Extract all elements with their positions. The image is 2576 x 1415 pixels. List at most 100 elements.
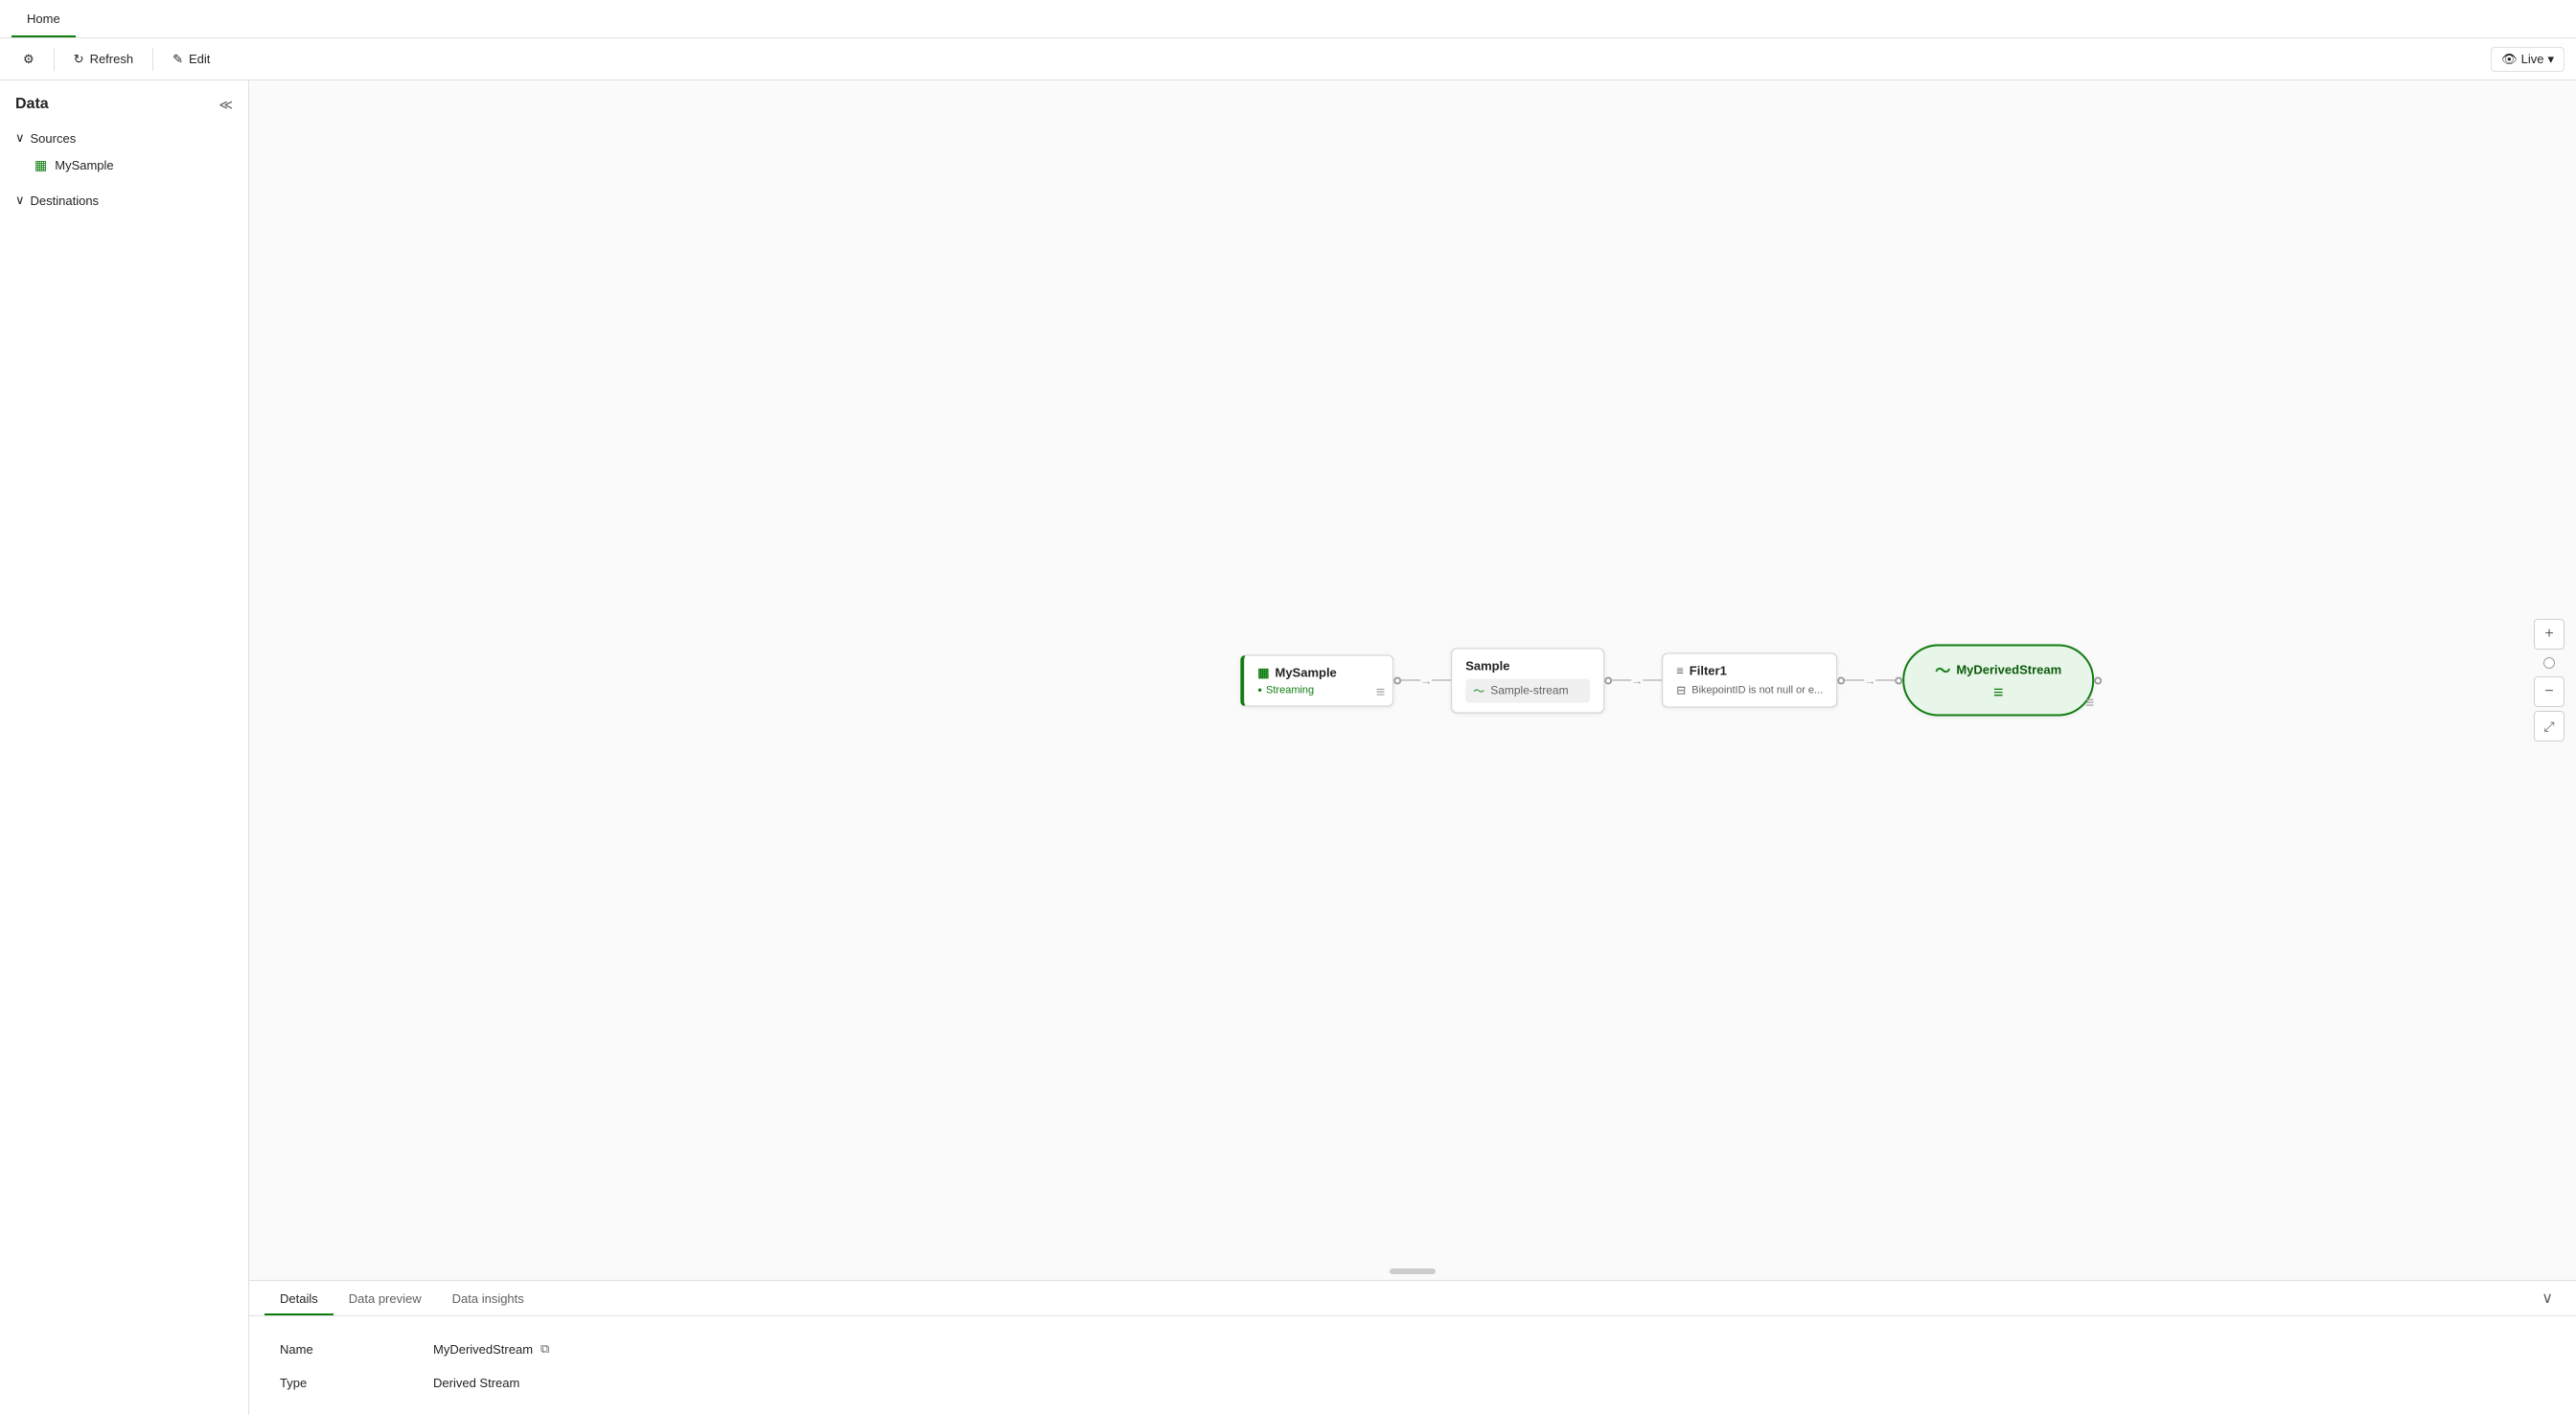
sidebar-destinations-header[interactable]: ∨ Destinations [0, 187, 248, 214]
stream-title: Sample [1465, 658, 1590, 673]
tab-data-preview[interactable]: Data preview [334, 1282, 437, 1315]
filter-node-footer: ≡ [2085, 696, 2094, 713]
canvas[interactable]: ▦ MySample ● Streaming ≡ → [249, 80, 2576, 1280]
main-layout: Data ≪ ∨ Sources ▦ MySample ∨ Destinatio… [0, 80, 2576, 1415]
destinations-label: Destinations [31, 194, 100, 208]
data-preview-tab-label: Data preview [349, 1291, 422, 1306]
filter-icon: ≡ [1676, 664, 1684, 678]
sidebar-title: Data [15, 96, 49, 113]
connector-line-2 [1612, 680, 1631, 681]
type-value-text: Derived Stream [433, 1376, 519, 1390]
derived-stream-icon: 〜 [1935, 658, 1950, 681]
flow-container: ▦ MySample ● Streaming ≡ → [1240, 645, 2102, 717]
connector-2: → [1604, 673, 1662, 687]
sources-label: Sources [31, 131, 77, 146]
live-button[interactable]: 👁 Live ▾ [2491, 47, 2564, 72]
live-label: Live [2521, 52, 2544, 66]
type-value: Derived Stream [433, 1376, 519, 1390]
derived-name: MyDerivedStream [1956, 662, 2061, 676]
connector-line-1 [1401, 680, 1420, 681]
data-insights-tab-label: Data insights [452, 1291, 524, 1306]
tab-data-insights[interactable]: Data insights [437, 1282, 540, 1315]
sidebar-header: Data ≪ [0, 80, 248, 121]
tab-home-label: Home [27, 11, 60, 26]
connector-line-3 [1845, 680, 1864, 681]
derived-title: 〜 MyDerivedStream [1935, 658, 2061, 681]
filter-condition: BikepointID is not null or e... [1691, 685, 1823, 696]
connector-dot-3b [1895, 676, 1902, 684]
destinations-chevron-icon: ∨ [15, 193, 25, 208]
connector-end [2094, 676, 2102, 684]
arrow-icon-3: → [1864, 673, 1875, 687]
connector-dot-end [2094, 676, 2102, 684]
sidebar: Data ≪ ∨ Sources ▦ MySample ∨ Destinatio… [0, 80, 249, 1415]
connector-line-3b [1875, 680, 1895, 681]
settings-icon: ⚙ [23, 52, 34, 67]
live-chevron-icon: ▾ [2547, 52, 2554, 67]
eye-icon: 👁 [2501, 52, 2518, 67]
filter-eq-icon: ⊟ [1676, 684, 1686, 697]
toolbar-separator-2 [152, 48, 153, 71]
zoom-in-button[interactable]: + [2534, 619, 2564, 650]
fit-button[interactable]: ⤢ [2534, 711, 2564, 742]
zoom-in-icon: + [2544, 626, 2553, 643]
source-name: MySample [1275, 666, 1336, 680]
tab-bar: Home [0, 0, 2576, 38]
sidebar-collapse-button[interactable]: ≪ [218, 97, 233, 113]
streaming-dot-icon: ● [1257, 686, 1262, 695]
name-value-text: MyDerivedStream [433, 1342, 533, 1357]
derived-footer: ≡ [1993, 683, 2004, 703]
type-label: Type [280, 1376, 433, 1390]
bottom-tabs: Details Data preview Data insights ∨ [249, 1281, 2576, 1316]
connector-dot-3 [1837, 676, 1845, 684]
tab-details[interactable]: Details [264, 1282, 334, 1315]
tab-home[interactable]: Home [12, 0, 76, 37]
edit-icon: ✎ [172, 52, 183, 67]
refresh-label: Refresh [90, 52, 134, 66]
edit-label: Edit [189, 52, 210, 66]
arrow-icon-1: → [1420, 673, 1432, 687]
zoom-controls: + − ⤢ [2534, 619, 2564, 742]
edit-button[interactable]: ✎ Edit [161, 46, 221, 73]
bottom-content: Name MyDerivedStream ⧉ Type Derived Stre… [249, 1316, 2576, 1415]
filter-name: Filter1 [1690, 664, 1727, 678]
stream-node[interactable]: Sample 〜 Sample-stream [1451, 648, 1604, 713]
sidebar-sources-header[interactable]: ∨ Sources [0, 125, 248, 151]
derived-node[interactable]: 〜 MyDerivedStream ≡ [1902, 645, 2094, 717]
source-node-subtitle: ● Streaming [1257, 684, 1379, 696]
connector-dot-2 [1604, 676, 1612, 684]
filter-node[interactable]: ≡ Filter1 ⊟ BikepointID is not null or e… [1662, 653, 1837, 708]
refresh-button[interactable]: ↻ Refresh [62, 46, 145, 73]
zoom-indicator [2543, 657, 2555, 669]
toolbar-right: 👁 Live ▾ [2491, 47, 2564, 72]
name-label: Name [280, 1342, 433, 1357]
filter-title: ≡ Filter1 [1676, 664, 1823, 678]
sidebar-section-destinations: ∨ Destinations [0, 183, 248, 217]
panel-resize-handle[interactable] [1390, 1268, 1436, 1274]
connector-3: → [1837, 673, 1902, 687]
settings-button[interactable]: ⚙ [12, 46, 46, 73]
panel-collapse-button[interactable]: ∨ [2534, 1281, 2561, 1315]
source-node[interactable]: ▦ MySample ● Streaming ≡ [1240, 654, 1393, 706]
copy-icon[interactable]: ⧉ [540, 1341, 549, 1357]
stream-subtitle: Sample-stream [1490, 684, 1568, 697]
sources-chevron-icon: ∨ [15, 130, 25, 146]
toolbar: ⚙ ↻ Refresh ✎ Edit 👁 Live ▾ [0, 38, 2576, 80]
zoom-out-button[interactable]: − [2534, 676, 2564, 707]
details-tab-label: Details [280, 1291, 318, 1306]
detail-row-type: Type Derived Stream [280, 1366, 2545, 1400]
source-table-icon: ▦ [1257, 665, 1269, 680]
detail-row-name: Name MyDerivedStream ⧉ [280, 1332, 2545, 1366]
sidebar-item-mysample[interactable]: ▦ MySample [0, 151, 248, 179]
filter-content: ⊟ BikepointID is not null or e... [1676, 684, 1823, 697]
sidebar-section-sources: ∨ Sources ▦ MySample [0, 121, 248, 183]
zoom-out-icon: − [2544, 683, 2553, 700]
table-icon: ▦ [34, 157, 47, 173]
source-status: Streaming [1266, 684, 1314, 696]
connector-dot-1 [1393, 676, 1401, 684]
connector-line-2b [1643, 680, 1662, 681]
refresh-icon: ↻ [74, 52, 84, 67]
stream-content: 〜 Sample-stream [1465, 678, 1590, 702]
mysample-label: MySample [55, 158, 113, 172]
stream-icon: 〜 [1473, 682, 1484, 698]
